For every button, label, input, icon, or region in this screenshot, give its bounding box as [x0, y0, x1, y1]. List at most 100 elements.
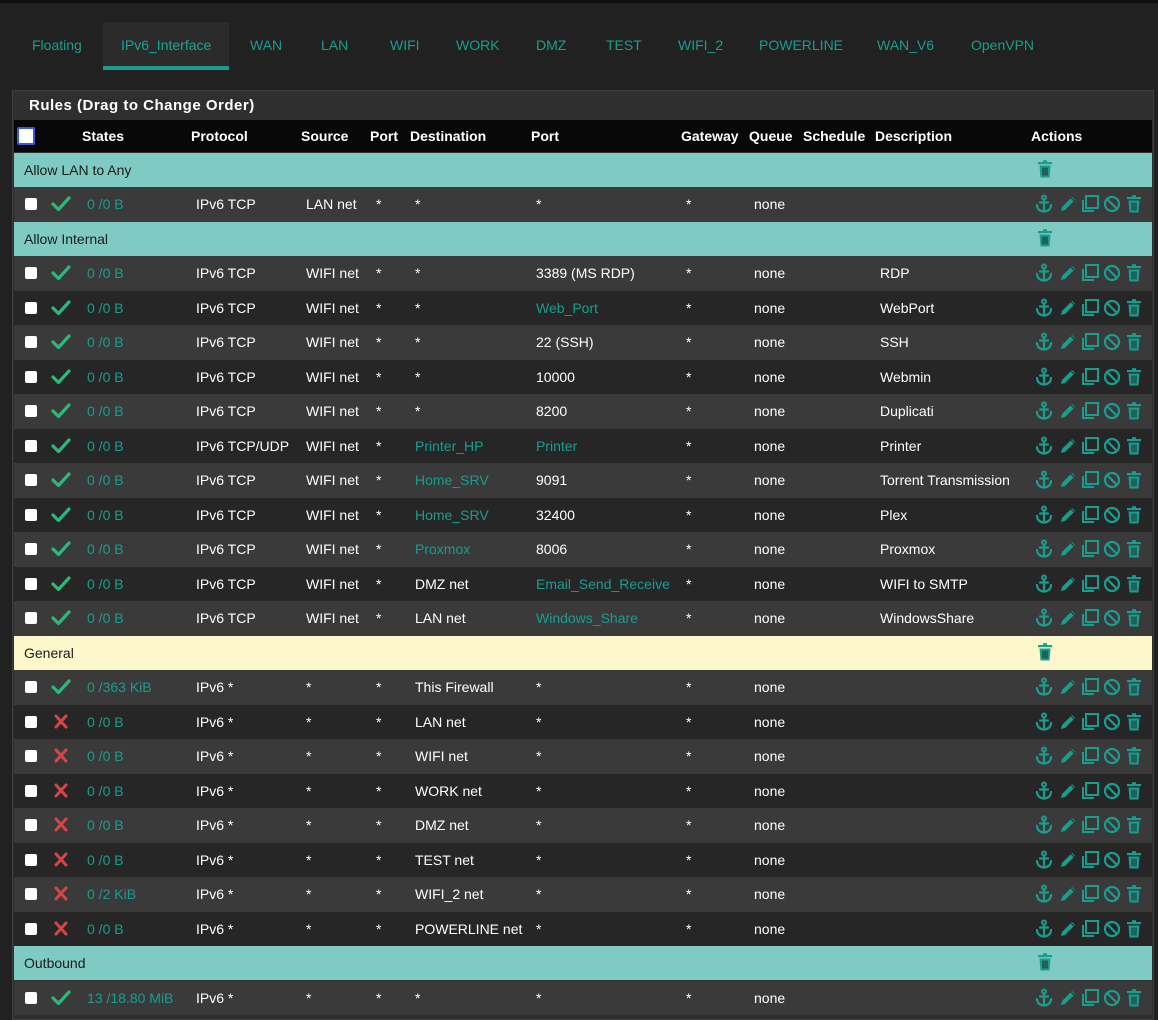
- rule-states[interactable]: 0 /0 B: [87, 472, 124, 488]
- trash-icon[interactable]: [1124, 505, 1144, 528]
- pencil-icon[interactable]: [1058, 677, 1078, 700]
- table-row[interactable]: 0 /0 B IPv6 * * * POWERLINE net * * none: [14, 912, 1152, 946]
- tab-wifi[interactable]: WIFI: [372, 22, 438, 70]
- disable-icon[interactable]: [1102, 677, 1122, 700]
- trash-icon[interactable]: [1124, 263, 1144, 286]
- disable-icon[interactable]: [1102, 332, 1122, 355]
- trash-icon[interactable]: [1124, 470, 1144, 493]
- rule-checkbox[interactable]: [25, 854, 37, 866]
- copy-icon[interactable]: [1080, 194, 1100, 217]
- anchor-icon[interactable]: [1034, 712, 1054, 735]
- table-row[interactable]: 0 /0 B IPv6 * * * LAN net * * none: [14, 705, 1152, 739]
- trash-icon[interactable]: [1124, 574, 1144, 597]
- rule-states[interactable]: 0 /0 B: [87, 852, 124, 868]
- disable-icon[interactable]: [1102, 746, 1122, 769]
- trash-icon[interactable]: [1124, 608, 1144, 631]
- table-row[interactable]: 0 /0 B IPv6 TCP WIFI net * LAN net Windows_Sh…: [14, 601, 1152, 636]
- rule-destination-port[interactable]: Email_Send_Receive: [536, 576, 670, 592]
- rule-checkbox[interactable]: [25, 681, 37, 693]
- rule-checkbox[interactable]: [25, 785, 37, 797]
- copy-icon[interactable]: [1080, 401, 1100, 424]
- tab-dmz[interactable]: DMZ: [518, 22, 584, 70]
- rule-checkbox[interactable]: [25, 371, 37, 383]
- copy-icon[interactable]: [1080, 332, 1100, 355]
- rule-destination[interactable]: Proxmox: [415, 541, 470, 557]
- table-row[interactable]: 0 /0 B IPv6 * * * WORK net * * none: [14, 774, 1152, 808]
- select-all-checkbox[interactable]: [17, 127, 35, 145]
- pencil-icon[interactable]: [1058, 298, 1078, 321]
- pencil-icon[interactable]: [1058, 850, 1078, 873]
- copy-icon[interactable]: [1080, 505, 1100, 528]
- copy-icon[interactable]: [1080, 298, 1100, 321]
- trash-icon[interactable]: [1035, 952, 1055, 975]
- disable-icon[interactable]: [1102, 815, 1122, 838]
- rule-states[interactable]: 0 /363 KiB: [87, 679, 152, 695]
- trash-icon[interactable]: [1124, 919, 1144, 942]
- anchor-icon[interactable]: [1034, 988, 1054, 1011]
- rule-checkbox[interactable]: [25, 923, 37, 935]
- disable-icon[interactable]: [1102, 539, 1122, 562]
- rule-states[interactable]: 0 /0 B: [87, 541, 124, 557]
- table-row[interactable]: 0 /0 B IPv6 TCP WIFI net * Proxmox 8006 * none P…: [14, 532, 1152, 567]
- rule-checkbox[interactable]: [25, 888, 37, 900]
- tab-lan[interactable]: LAN: [303, 22, 366, 70]
- rule-states[interactable]: 0 /2 KiB: [87, 886, 136, 902]
- rule-states[interactable]: 0 /0 B: [87, 438, 124, 454]
- copy-icon[interactable]: [1080, 263, 1100, 286]
- pencil-icon[interactable]: [1058, 401, 1078, 424]
- rule-checkbox[interactable]: [25, 405, 37, 417]
- trash-icon[interactable]: [1124, 712, 1144, 735]
- pencil-icon[interactable]: [1058, 919, 1078, 942]
- table-row[interactable]: 0 /0 B IPv6 TCP WIFI net * DMZ net Email_Send…: [14, 567, 1152, 601]
- anchor-icon[interactable]: [1034, 505, 1054, 528]
- rule-states[interactable]: 0 /0 B: [87, 748, 124, 764]
- tab-test[interactable]: TEST: [588, 22, 660, 70]
- disable-icon[interactable]: [1102, 919, 1122, 942]
- table-row[interactable]: 0 /0 B IPv6 TCP WIFI net * Home_SRV 32400 * non…: [14, 498, 1152, 532]
- pencil-icon[interactable]: [1058, 367, 1078, 390]
- table-row[interactable]: 0 /0 B IPv6 TCP/UDP WIFI net * Printer_HP Pri…: [14, 429, 1152, 463]
- trash-icon[interactable]: [1035, 642, 1055, 665]
- copy-icon[interactable]: [1080, 539, 1100, 562]
- copy-icon[interactable]: [1080, 781, 1100, 804]
- trash-icon[interactable]: [1124, 367, 1144, 390]
- rule-checkbox[interactable]: [25, 302, 37, 314]
- rule-states[interactable]: 0 /0 B: [87, 921, 124, 937]
- rule-checkbox[interactable]: [25, 716, 37, 728]
- table-row[interactable]: 0 /2 KiB IPv6 * * * WIFI_2 net * * none: [14, 877, 1152, 912]
- rule-checkbox[interactable]: [25, 578, 37, 590]
- rule-checkbox[interactable]: [25, 612, 37, 624]
- anchor-icon[interactable]: [1034, 194, 1054, 217]
- tab-openvpn[interactable]: OpenVPN: [953, 22, 1052, 70]
- table-row[interactable]: 0 /0 B IPv6 * * * TEST net * * none: [14, 843, 1152, 877]
- copy-icon[interactable]: [1080, 470, 1100, 493]
- disable-icon[interactable]: [1102, 367, 1122, 390]
- rule-checkbox[interactable]: [25, 750, 37, 762]
- tab-ipv6-interface[interactable]: IPv6_Interface: [103, 22, 230, 70]
- copy-icon[interactable]: [1080, 436, 1100, 459]
- rule-destination-port[interactable]: Windows_Share: [536, 610, 638, 626]
- anchor-icon[interactable]: [1034, 574, 1054, 597]
- copy-icon[interactable]: [1080, 988, 1100, 1011]
- trash-icon[interactable]: [1124, 298, 1144, 321]
- anchor-icon[interactable]: [1034, 884, 1054, 907]
- anchor-icon[interactable]: [1034, 436, 1054, 459]
- table-row[interactable]: 0 /0 B IPv6 TCP WIFI net * * 10000 * none Webmin: [14, 360, 1152, 394]
- table-row[interactable]: 0 /0 B IPv6 TCP WIFI net * * 22 (SSH) * none SSH: [14, 325, 1152, 360]
- trash-icon[interactable]: [1035, 228, 1055, 251]
- rule-destination[interactable]: Home_SRV: [415, 472, 489, 488]
- rule-states[interactable]: 0 /0 B: [87, 507, 124, 523]
- table-row[interactable]: 0 /0 B IPv6 TCP WIFI net * * 3389 (MS RDP) * no…: [14, 256, 1152, 291]
- disable-icon[interactable]: [1102, 470, 1122, 493]
- rule-states[interactable]: 0 /0 B: [87, 369, 124, 385]
- tab-powerline[interactable]: POWERLINE: [741, 22, 861, 70]
- trash-icon[interactable]: [1124, 815, 1144, 838]
- copy-icon[interactable]: [1080, 367, 1100, 390]
- disable-icon[interactable]: [1102, 194, 1122, 217]
- disable-icon[interactable]: [1102, 712, 1122, 735]
- anchor-icon[interactable]: [1034, 608, 1054, 631]
- rule-checkbox[interactable]: [25, 992, 37, 1004]
- anchor-icon[interactable]: [1034, 850, 1054, 873]
- rule-states[interactable]: 0 /0 B: [87, 714, 124, 730]
- trash-icon[interactable]: [1124, 332, 1144, 355]
